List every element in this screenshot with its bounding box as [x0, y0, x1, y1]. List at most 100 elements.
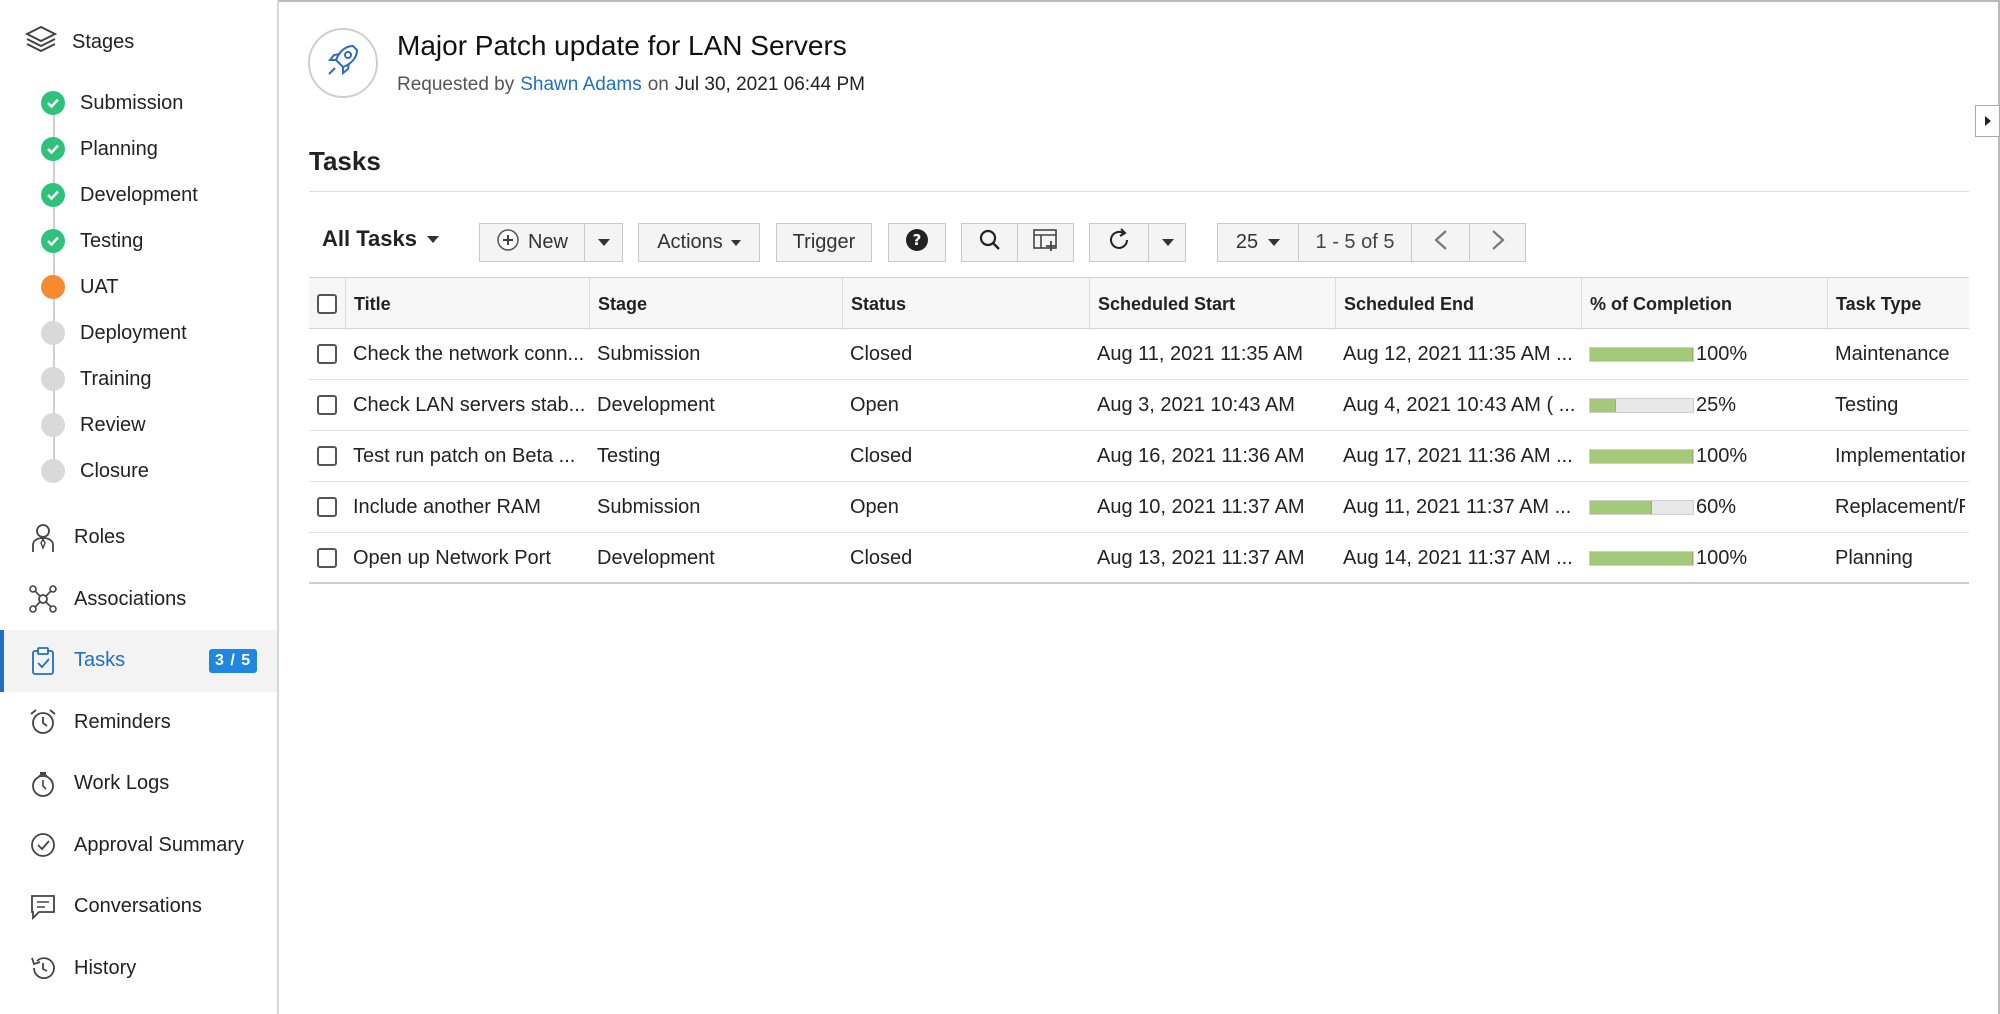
new-task-split-button: New	[479, 223, 623, 262]
stages-heading-label: Stages	[72, 30, 135, 53]
trigger-button[interactable]: Trigger	[776, 223, 872, 262]
new-task-button[interactable]: New	[480, 224, 584, 261]
column-header[interactable]: Scheduled Start	[1089, 278, 1335, 330]
new-task-dropdown[interactable]	[585, 224, 623, 261]
refresh-icon	[1106, 227, 1132, 259]
request-title: Major Patch update for LAN Servers	[397, 30, 847, 61]
chevron-down-icon	[1161, 239, 1174, 246]
sidebar-item-tasks[interactable]: Tasks 3 / 5	[0, 630, 277, 692]
row-checkbox[interactable]	[317, 344, 337, 364]
cell-title[interactable]: Test run patch on Beta ...	[353, 431, 585, 481]
column-header[interactable]: Stage	[589, 278, 842, 330]
next-page-button[interactable]	[1470, 224, 1526, 261]
stage-label: Review	[80, 413, 146, 436]
table-row[interactable]: Open up Network Port Development Closed Aug…	[309, 533, 1969, 584]
stage-label: Testing	[80, 229, 144, 252]
sidebar-item-reminders[interactable]: Reminders	[0, 692, 277, 754]
conversation-icon	[28, 892, 58, 922]
cell-start: Aug 3, 2021 10:43 AM	[1097, 393, 1295, 416]
cell-end: Aug 17, 2021 11:36 AM ...	[1343, 444, 1573, 467]
sidebar-item-approval-summary[interactable]: Approval Summary	[0, 815, 277, 877]
cell-start: Aug 16, 2021 11:36 AM	[1097, 444, 1305, 467]
completion-progress-bar	[1589, 499, 1694, 515]
table-row[interactable]: Test run patch on Beta ... Testing Closed A…	[309, 431, 1969, 482]
column-header[interactable]: Status	[842, 278, 1089, 330]
cell-completion: 100%	[1589, 533, 1823, 583]
chevron-left-icon	[1432, 229, 1450, 257]
new-task-label: New	[527, 231, 568, 253]
previous-page-button[interactable]	[1412, 224, 1469, 261]
cell-completion: 100%	[1589, 431, 1823, 481]
stage-label: Submission	[80, 91, 184, 114]
sidebar-item-roles[interactable]: Roles	[0, 507, 277, 569]
current-stage-dot-icon	[41, 275, 65, 299]
stage-item[interactable]: Closure	[40, 448, 198, 494]
stage-item[interactable]: Submission	[40, 80, 198, 126]
stages-layers-icon	[24, 24, 58, 60]
completion-label: 100%	[1696, 546, 1748, 569]
sidebar-item-conversations[interactable]: Conversations	[0, 876, 277, 938]
refresh-dropdown[interactable]	[1149, 224, 1186, 261]
add-column-button[interactable]	[1018, 224, 1074, 261]
stage-item[interactable]: Review	[40, 402, 198, 448]
sidebar-item-label: Conversations	[74, 895, 202, 918]
stage-label: Deployment	[80, 321, 187, 344]
stage-item[interactable]: UAT	[40, 264, 198, 310]
requester-link[interactable]: Shawn Adams	[520, 74, 641, 95]
table-row[interactable]: Check LAN servers stab... Development Open…	[309, 380, 1969, 431]
view-selector[interactable]: All Tasks	[322, 226, 439, 252]
row-checkbox[interactable]	[317, 395, 337, 415]
column-header[interactable]: % of Completion	[1581, 278, 1827, 330]
pending-stage-dot-icon	[41, 459, 65, 483]
row-select-cell	[317, 380, 345, 430]
stage-item[interactable]: Development	[40, 172, 198, 218]
stage-item[interactable]: Testing	[40, 218, 198, 264]
sidebar-item-work-logs[interactable]: Work Logs	[0, 753, 277, 815]
help-button[interactable]: ?	[888, 223, 946, 262]
table-row[interactable]: Check the network conn... Submission Close…	[309, 329, 1969, 380]
cell-title[interactable]: Open up Network Port	[353, 533, 585, 583]
search-columns-group	[961, 223, 1074, 262]
cell-type: Testing	[1835, 393, 1899, 416]
row-select-cell	[317, 329, 345, 379]
cell-stage: Development	[597, 546, 715, 569]
stage-item[interactable]: Training	[40, 356, 198, 402]
completion-progress-fill	[1590, 398, 1616, 412]
stage-item[interactable]: Planning	[40, 126, 198, 172]
collapse-panel-button[interactable]	[1975, 105, 2000, 137]
request-meta: Requested by Shawn Adams on Jul 30, 2021 06…	[397, 74, 865, 96]
cell-stage: Testing	[597, 444, 661, 467]
sidebar-item-history[interactable]: History	[0, 938, 277, 1000]
sidebar-item-associations[interactable]: Associations	[0, 569, 277, 631]
select-all-checkbox[interactable]	[317, 294, 337, 314]
table-row[interactable]: Include another RAM Submission Open Aug 10,…	[309, 482, 1969, 533]
column-header[interactable]: Scheduled End	[1335, 278, 1581, 330]
row-checkbox[interactable]	[317, 497, 337, 517]
sidebar-item-label: Tasks	[74, 649, 126, 672]
section-divider	[309, 191, 1969, 192]
stage-item[interactable]: Deployment	[40, 310, 198, 356]
refresh-button[interactable]	[1090, 224, 1148, 261]
cell-start: Aug 13, 2021 11:37 AM	[1097, 546, 1305, 569]
column-header[interactable]: Title	[345, 278, 589, 330]
stage-label: Development	[80, 183, 198, 206]
on-label: on	[647, 74, 669, 95]
cell-title[interactable]: Check LAN servers stab...	[353, 380, 585, 430]
request-date: Jul 30, 2021 06:44 PM	[674, 74, 865, 95]
completion-progress-bar	[1589, 397, 1694, 413]
row-checkbox[interactable]	[317, 446, 337, 466]
request-avatar	[308, 28, 378, 98]
cell-stage: Submission	[597, 495, 701, 518]
completion-progress-bar	[1589, 448, 1694, 464]
completion-progress-bar	[1589, 550, 1694, 566]
search-button[interactable]	[962, 224, 1017, 261]
cell-title[interactable]: Check the network conn...	[353, 329, 585, 379]
cell-title[interactable]: Include another RAM	[353, 482, 585, 532]
column-header[interactable]: Task Type	[1827, 278, 1969, 330]
page-size-select[interactable]: 25	[1218, 224, 1298, 261]
completion-progress-fill	[1590, 500, 1652, 514]
cell-stage: Submission	[597, 342, 701, 365]
pending-stage-dot-icon	[41, 367, 65, 391]
row-checkbox[interactable]	[317, 548, 337, 568]
actions-button[interactable]: Actions	[638, 223, 760, 262]
